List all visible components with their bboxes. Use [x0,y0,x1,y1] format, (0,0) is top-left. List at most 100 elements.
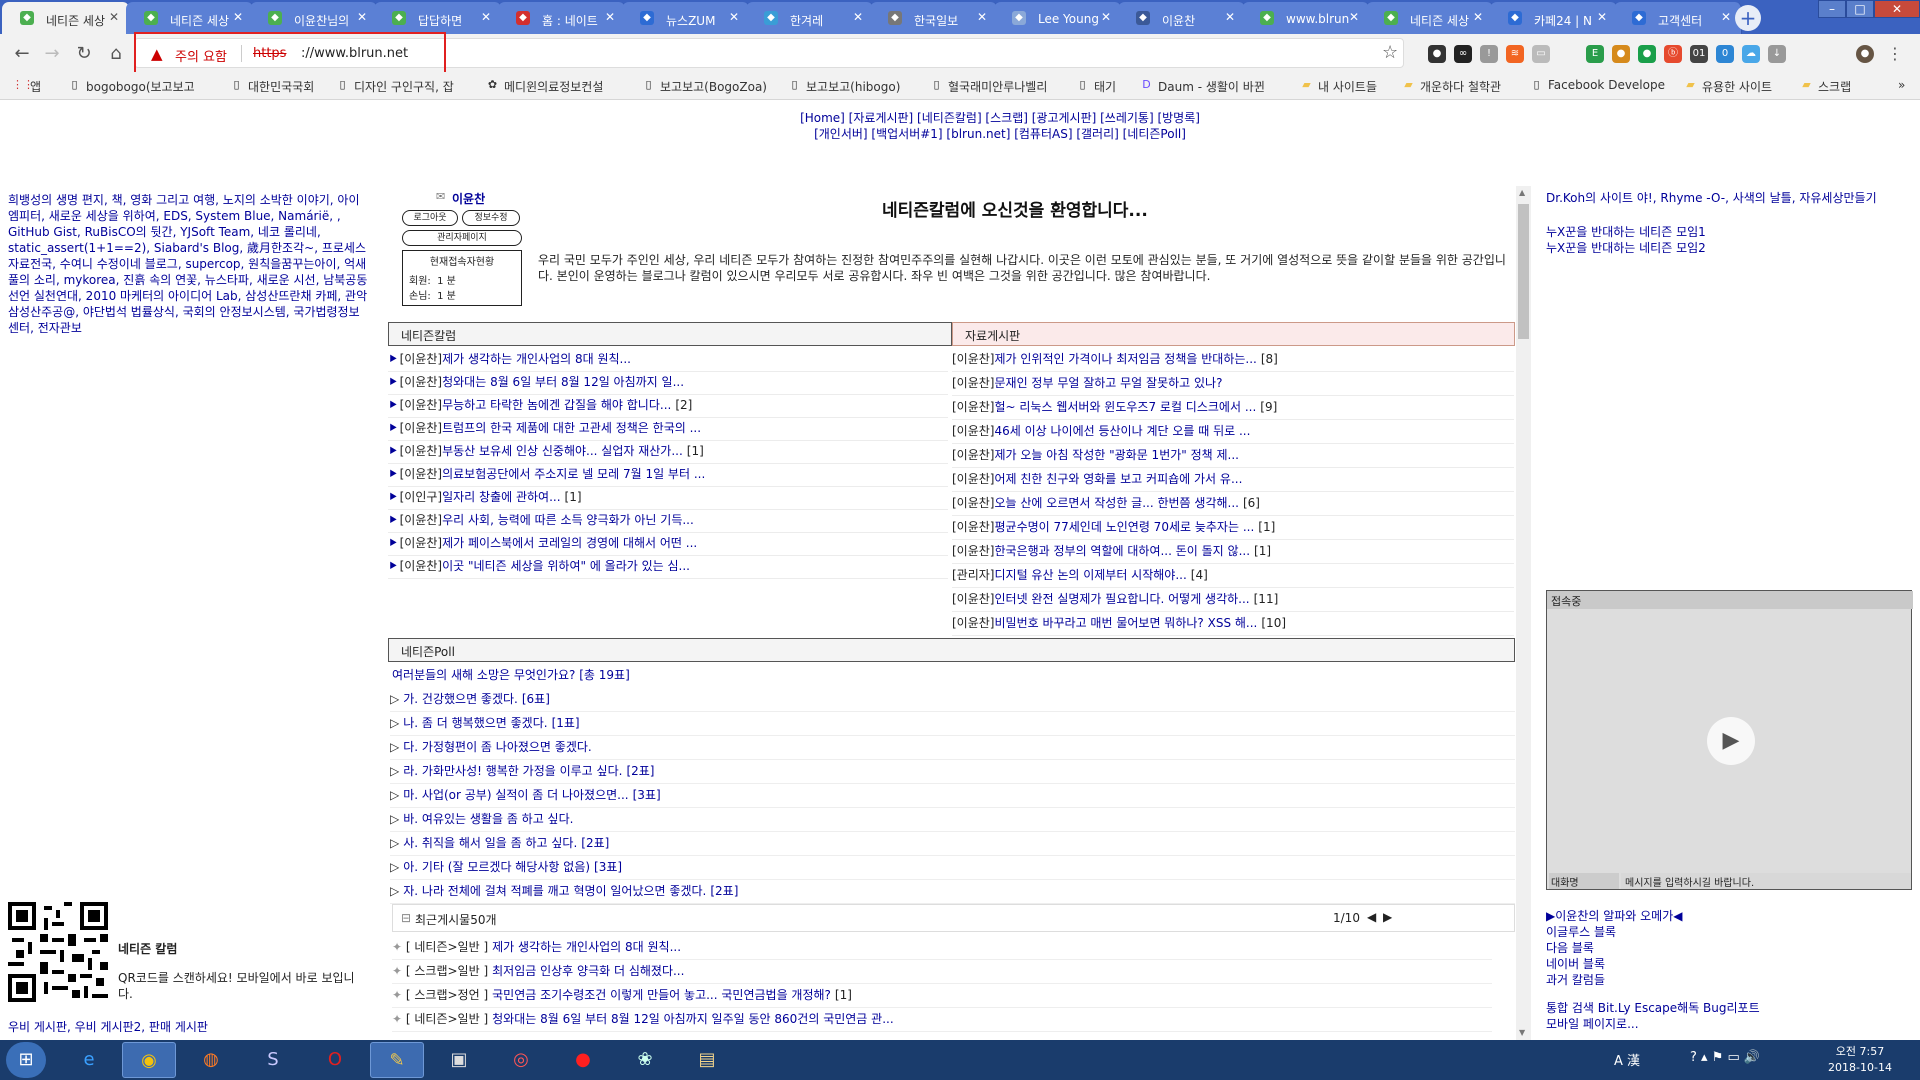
chrome-icon[interactable]: ◉ [122,1042,176,1078]
table-row[interactable]: [이윤찬]46세 이상 나이에선 등산이나 계단 오를 때 뒤로 ... [952,422,1514,444]
poll-option[interactable]: ▷ 자. 나라 전체에 걸쳐 적폐를 깨고 혁명이 일어났으면 좋겠다. [2표] [390,882,1515,904]
post-title[interactable]: 어제 친한 친구와 영화를 보고 커피숍에 가서 유... [994,472,1242,486]
bookmark-item[interactable]: ▰ 내 사이트들 [1300,78,1377,95]
table-row[interactable]: ⯈ [이인구]일자리 창출에 관하여... [1] [388,488,948,510]
post-title[interactable]: 트럼프의 한국 제품에 대한 고관세 정책은 한국의 ... [442,421,701,435]
edit-profile-button[interactable]: 정보수정 [462,210,520,226]
poll-option[interactable]: ▷ 마. 사업(or 공부) 실적이 좀 더 나아졌으면... [3표] [390,786,1515,808]
tab-11[interactable]: ◆ 네티즌 세상 ✕ [1366,2,1494,34]
download-icon[interactable]: ↓ [1768,45,1786,63]
table-row[interactable]: [이윤찬]인터넷 완전 실명제가 필요합니다. 어떻게 생각하... [11] [952,590,1514,612]
bookmark-item[interactable]: ✿ 메디윈의료정보컨설 [486,78,603,95]
post-title[interactable]: 국민연금 조기수령조건 이렇게 만들어 놓고... 국민연금법을 개정해? [492,988,831,1002]
ime-indicator[interactable]: A 漢 [1614,1050,1640,1069]
right-link[interactable]: 통합 검색 Bit.Ly Escape해독 Bug리포트 [1546,1000,1916,1016]
close-tab-icon[interactable]: ✕ [605,10,615,24]
bottom-links[interactable]: 우비 게시판, 우비 게시판2, 판매 게시판 [8,1018,208,1035]
right-link[interactable]: 모바일 페이지로... [1546,1016,1916,1032]
close-tab-icon[interactable]: ✕ [1597,10,1607,24]
app-icon[interactable]: ❀ [618,1042,672,1078]
chat-extension-icon[interactable]: ● [1638,45,1656,63]
list-item[interactable]: ✦ [ 네티즌>일반 ] 청와대는 8월 6일 부터 8월 12일 아침까지 일주… [392,1010,1492,1032]
minimize-button[interactable]: – [1818,0,1846,18]
opera-icon[interactable]: O [308,1042,362,1078]
poll-option[interactable]: ▷ 라. 가화만사성! 행복한 가정을 이루고 싶다. [2표] [390,762,1515,784]
tab-4[interactable]: ◆ 홈 : 네이트 ✕ [498,2,626,34]
close-tab-icon[interactable]: ✕ [481,10,491,24]
table-row[interactable]: [관리자]디지털 유산 논의 이제부터 시작해야... [4] [952,566,1514,588]
record-icon[interactable]: ● [556,1042,610,1078]
close-tab-icon[interactable]: ✕ [1349,10,1359,24]
poll-option[interactable]: ▷ 바. 여유있는 생활을 좀 하고 싶다. [390,810,1515,832]
tab-6[interactable]: ◆ 한겨레 ✕ [746,2,874,34]
maximize-button[interactable]: □ [1846,0,1874,18]
right-link[interactable]: 누X꾼을 반대하는 네티즌 모임1 [1546,224,1916,240]
close-tab-icon[interactable]: ✕ [729,10,739,24]
table-row[interactable]: ⯈ [이윤찬]우리 사회, 능력에 따른 소득 양극화가 아닌 기득... [388,511,948,533]
tab-10[interactable]: ◆ www.blrun ✕ [1242,2,1370,34]
bookmark-item[interactable]: D Daum - 생활이 바뀐 [1140,78,1265,95]
tab-8[interactable]: ◆ Lee Young ✕ [994,2,1122,34]
post-title[interactable]: 무능하고 타락한 놈에겐 갑질을 해야 합니다... [442,398,671,412]
tab-5[interactable]: ◆ 뉴스ZUM ✕ [622,2,750,34]
menu-icon[interactable]: ⋮ [1886,45,1904,63]
bookmark-item[interactable]: ▯ 디자인 구인구직, 잡 [336,78,453,95]
forward-button[interactable]: → [40,42,64,66]
close-tab-icon[interactable]: ✕ [233,10,243,24]
tray-icons[interactable]: ? ▴ ⚑ ▭ 🔊 [1690,1050,1760,1065]
tab-12[interactable]: ◆ 카페24 | N ✕ [1490,2,1618,34]
post-title[interactable]: 비밀번호 바꾸라고 매번 물어보면 뭐하나? XSS 해... [994,616,1257,630]
right-link[interactable]: 다음 블록 [1546,940,1916,956]
play-icon[interactable]: ▶ [1707,717,1755,765]
table-row[interactable]: [이윤찬]헐~ 리눅스 웹서버와 윈도우즈7 로컬 디스크에서 ... [9] [952,398,1514,420]
reload-button[interactable]: ↻ [72,42,96,66]
close-tab-icon[interactable]: ✕ [1721,10,1731,24]
bookmark-item[interactable]: ▰ 스크랩 [1800,78,1851,95]
right-link[interactable]: 과거 칼럼들 [1546,972,1916,988]
nav-row-2[interactable]: [개인서버] [백업서버#1] [blrun.net] [컴퓨터AS] [갤러리… [700,126,1300,142]
post-title[interactable]: 의료보험공단에서 주소지로 넬 모레 7월 1일 부터 ... [442,467,705,481]
poll-option[interactable]: ▷ 가. 건강했으면 좋겠다. [6표] [390,690,1515,712]
home-button[interactable]: ⌂ [104,42,128,66]
extension-icon[interactable]: ▭ [1532,45,1550,63]
tab-13[interactable]: ◆ 고객센터 ✕ [1614,2,1742,34]
bookmark-item[interactable]: ▯ 대한민국국회 [230,78,314,95]
table-row[interactable]: [이윤찬]제가 인위적인 가격이나 최저임금 정책을 반대하는... [8] [952,350,1514,372]
bookmark-item[interactable]: ▯ 혈국래미안루나벨리 [930,78,1047,95]
post-title[interactable]: 디지털 유산 논의 이제부터 시작해야... [994,568,1186,582]
right-link-list[interactable]: Dr.Koh의 사이트 야!, Rhyme -O-, 사색의 날틀, 자유세상만… [1546,190,1916,206]
login-username[interactable]: 이윤찬 [452,190,485,207]
close-tab-icon[interactable]: ✕ [357,10,367,24]
post-title[interactable]: 제가 인위적인 가격이나 최저임금 정책을 반대하는... [994,352,1256,366]
table-row[interactable]: [이윤찬]제가 오늘 아침 작성한 "광화문 1번가" 정책 제... [952,446,1514,468]
post-title[interactable]: 제가 오늘 아침 작성한 "광화문 1번가" 정책 제... [994,448,1239,462]
table-row[interactable]: ⯈ [이윤찬]트럼프의 한국 제품에 대한 고관세 정책은 한국의 ... [388,419,948,441]
close-tab-icon[interactable]: ✕ [1473,10,1483,24]
tab-2[interactable]: ◆ 이윤찬님의 ✕ [250,2,378,34]
scroll-down-icon[interactable]: ▼ [1519,1028,1525,1037]
cloud-icon[interactable]: ☁ [1742,45,1760,63]
back-button[interactable]: ← [10,42,34,66]
left-blog-links[interactable]: 희뱅성의 생명 편지, 책, 영화 그리고 여행, 노지의 소박한 이야기, 아… [8,192,370,336]
bookmark-item[interactable]: ▰ 개운하다 철학관 [1402,78,1501,95]
data-board-header[interactable]: 자료게시판 [952,322,1515,346]
table-row[interactable]: ⯈ [이윤찬]제가 페이스북에서 코레일의 경영에 대해서 어떤 ... [388,534,948,556]
profile-avatar[interactable]: ● [1856,45,1874,63]
poll-question[interactable]: 여러분들의 새해 소망은 무엇인가요? [총 19표] [392,666,630,683]
start-button[interactable]: ⊞ [6,1042,46,1078]
logout-button[interactable]: 로그아웃 [402,210,458,226]
close-tab-icon[interactable]: ✕ [109,10,119,24]
table-row[interactable]: [이윤찬]어제 친한 친구와 영화를 보고 커피숍에 가서 유... [952,470,1514,492]
collapse-icon[interactable]: ⊟ [401,911,411,925]
scroll-up-icon[interactable]: ▲ [1519,188,1525,197]
scrollbar-thumb[interactable] [1518,204,1529,339]
window-close-button[interactable]: ✕ [1874,0,1920,18]
app-icon[interactable]: ◎ [494,1042,548,1078]
extension-icon[interactable]: 0 [1716,45,1734,63]
post-title[interactable]: 문재인 정부 무얼 잘하고 무얼 잘못하고 있나? [994,376,1222,390]
post-title[interactable]: 제가 생각하는 개인사업의 8대 원칙... [492,940,681,954]
ie-icon[interactable]: e [62,1042,116,1078]
prev-page-icon[interactable]: ◀ [1367,910,1376,924]
post-title[interactable]: 청와대는 8월 6일 부터 8월 12일 아침까지 일... [442,375,684,389]
table-row[interactable]: [이윤찬]비밀번호 바꾸라고 매번 물어보면 뭐하나? XSS 해... [10] [952,614,1514,636]
